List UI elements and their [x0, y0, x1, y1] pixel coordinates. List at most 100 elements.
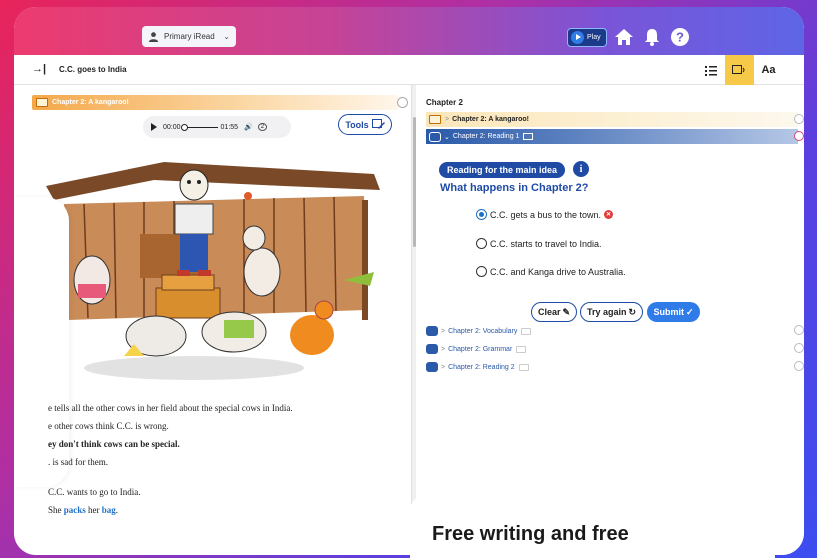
- play-label: Play: [587, 34, 601, 41]
- chevron-right-icon: >: [441, 327, 446, 335]
- refresh-icon: ↻: [628, 306, 637, 317]
- app-window: Primary iRead ⌄ Play ? →| C.C. goes to I…: [14, 7, 804, 555]
- story-text: e tells all the other cows in her field …: [48, 399, 388, 519]
- activity-row-kangaroo[interactable]: > Chapter 2: A kangaroo!: [426, 112, 804, 127]
- story-text-fragment: She: [48, 505, 64, 515]
- svg-text:?: ?: [676, 30, 684, 45]
- story-line: . is sad for them.: [48, 457, 108, 467]
- activity-radio[interactable]: [794, 343, 804, 353]
- radio-icon[interactable]: [476, 266, 487, 277]
- chat-icon: [426, 326, 438, 336]
- chat-icon: [426, 344, 438, 354]
- activity-row-label: Chapter 2: Grammar: [448, 345, 513, 353]
- activity-radio[interactable]: [794, 361, 804, 371]
- chevron-right-icon: >: [441, 363, 446, 371]
- tools-button[interactable]: Tools: [338, 114, 392, 135]
- book-title: C.C. goes to India: [59, 65, 127, 74]
- task-list-button[interactable]: [696, 55, 725, 85]
- answer-option[interactable]: C.C. and Kanga drive to Australia.: [476, 266, 626, 277]
- activity-row-reading-2[interactable]: > Chapter 2: Reading 2: [426, 360, 804, 374]
- activity-row-reading-1[interactable]: ⌄ Chapter 2: Reading 1: [426, 129, 804, 144]
- promo-text: Free writing and free: [432, 523, 629, 545]
- audio-current-time: 00:00: [163, 123, 181, 131]
- eraser-icon: ✎: [562, 306, 571, 317]
- document-icon: [523, 133, 534, 140]
- activity-row-label: Chapter 2: A kangaroo!: [452, 116, 529, 123]
- chapter-banner[interactable]: Chapter 2: A kangaroo!: [32, 95, 408, 110]
- activity-row-label: Chapter 2: Reading 1: [452, 133, 520, 140]
- audio-knob[interactable]: [180, 123, 188, 131]
- user-selector[interactable]: Primary iRead ⌄: [142, 26, 236, 47]
- story-line: e other cows think C.C. is wrong.: [48, 421, 169, 431]
- audio-duration: 01:55: [220, 123, 239, 131]
- speed-icon[interactable]: 2: [257, 123, 268, 131]
- book-audio-icon: [732, 65, 745, 74]
- info-icon[interactable]: i: [573, 161, 589, 177]
- bell-icon[interactable]: [642, 27, 662, 47]
- book-icon: [429, 115, 441, 124]
- book-toolbar: →| C.C. goes to India Aa: [14, 55, 804, 85]
- tools-label: Tools: [345, 119, 369, 130]
- volume-icon[interactable]: 🔊: [244, 123, 253, 131]
- incorrect-icon: ✕: [604, 210, 614, 219]
- submit-button[interactable]: Submit ✓: [647, 302, 700, 322]
- list-icon: [704, 65, 717, 76]
- story-illustration: [44, 160, 382, 388]
- chevron-right-icon: >: [445, 116, 450, 123]
- collapse-panel-icon[interactable]: →|: [32, 63, 46, 75]
- question-text: What happens in Chapter 2?: [440, 182, 589, 194]
- chevron-down-icon: ⌄: [444, 133, 450, 141]
- story-text-fragment: .: [115, 505, 119, 515]
- activity-radio[interactable]: [794, 114, 804, 124]
- story-line: She packs her bag.: [48, 501, 388, 519]
- answer-label: C.C. and Kanga drive to Australia.: [490, 266, 626, 277]
- activity-row-label: Chapter 2: Reading 2: [448, 363, 515, 371]
- play-button[interactable]: Play: [567, 28, 607, 47]
- audio-progress[interactable]: [180, 123, 218, 131]
- promo-card: Free writing and free: [410, 495, 775, 558]
- skill-badge: Reading for the main idea: [439, 162, 566, 178]
- clear-label: Clear: [537, 307, 561, 317]
- answer-option[interactable]: C.C. gets a bus to the town. ✕: [476, 209, 614, 220]
- home-icon[interactable]: [614, 27, 634, 47]
- story-line: ey don't think cows can be special.: [48, 439, 180, 449]
- book-icon: [36, 98, 48, 107]
- document-icon: [521, 327, 532, 335]
- chevron-down-icon: ⌄: [223, 32, 230, 41]
- chat-icon: [429, 131, 441, 142]
- section-title: Chapter 2: [426, 98, 463, 107]
- try-again-button[interactable]: Try again ↻: [580, 302, 643, 322]
- play-audio-icon[interactable]: [151, 123, 157, 131]
- chapter-radio[interactable]: [397, 97, 408, 108]
- reading-mode-button[interactable]: [725, 55, 754, 85]
- user-selector-label: Primary iRead: [164, 32, 215, 41]
- radio-icon[interactable]: [476, 238, 487, 249]
- text-size-button[interactable]: Aa: [754, 55, 783, 85]
- activity-row-label: Chapter 2: Vocabulary: [448, 327, 518, 335]
- vocab-word-packs[interactable]: packs: [64, 505, 86, 515]
- document-icon: [516, 345, 527, 353]
- chapter-banner-label: Chapter 2: A kangaroo!: [52, 99, 129, 106]
- answer-label: C.C. starts to travel to India.: [490, 238, 602, 249]
- story-line: C.C. wants to go to India.: [48, 487, 141, 497]
- tools-icon: [371, 119, 385, 129]
- try-again-label: Try again: [586, 307, 627, 317]
- activity-row-vocabulary[interactable]: > Chapter 2: Vocabulary: [426, 324, 804, 338]
- submit-label: Submit: [653, 307, 684, 317]
- chevron-right-icon: >: [441, 345, 446, 353]
- story-line: e tells all the other cows in her field …: [48, 403, 293, 413]
- activity-radio[interactable]: [794, 325, 804, 335]
- check-icon: ✓: [685, 306, 694, 317]
- activity-row-grammar[interactable]: > Chapter 2: Grammar: [426, 342, 804, 356]
- radio-selected-icon[interactable]: [476, 209, 487, 220]
- audio-player: 00:00 01:55 🔊 2: [143, 116, 291, 138]
- clear-button[interactable]: Clear ✎: [531, 302, 577, 322]
- person-icon: [148, 32, 159, 42]
- help-icon[interactable]: ?: [670, 27, 690, 47]
- vocab-word-bag[interactable]: bag: [102, 505, 116, 515]
- answer-option[interactable]: C.C. starts to travel to India.: [476, 238, 602, 249]
- play-icon: [571, 31, 584, 44]
- answer-label: C.C. gets a bus to the town.: [490, 209, 602, 220]
- document-icon: [518, 363, 529, 371]
- activity-radio[interactable]: [794, 131, 804, 141]
